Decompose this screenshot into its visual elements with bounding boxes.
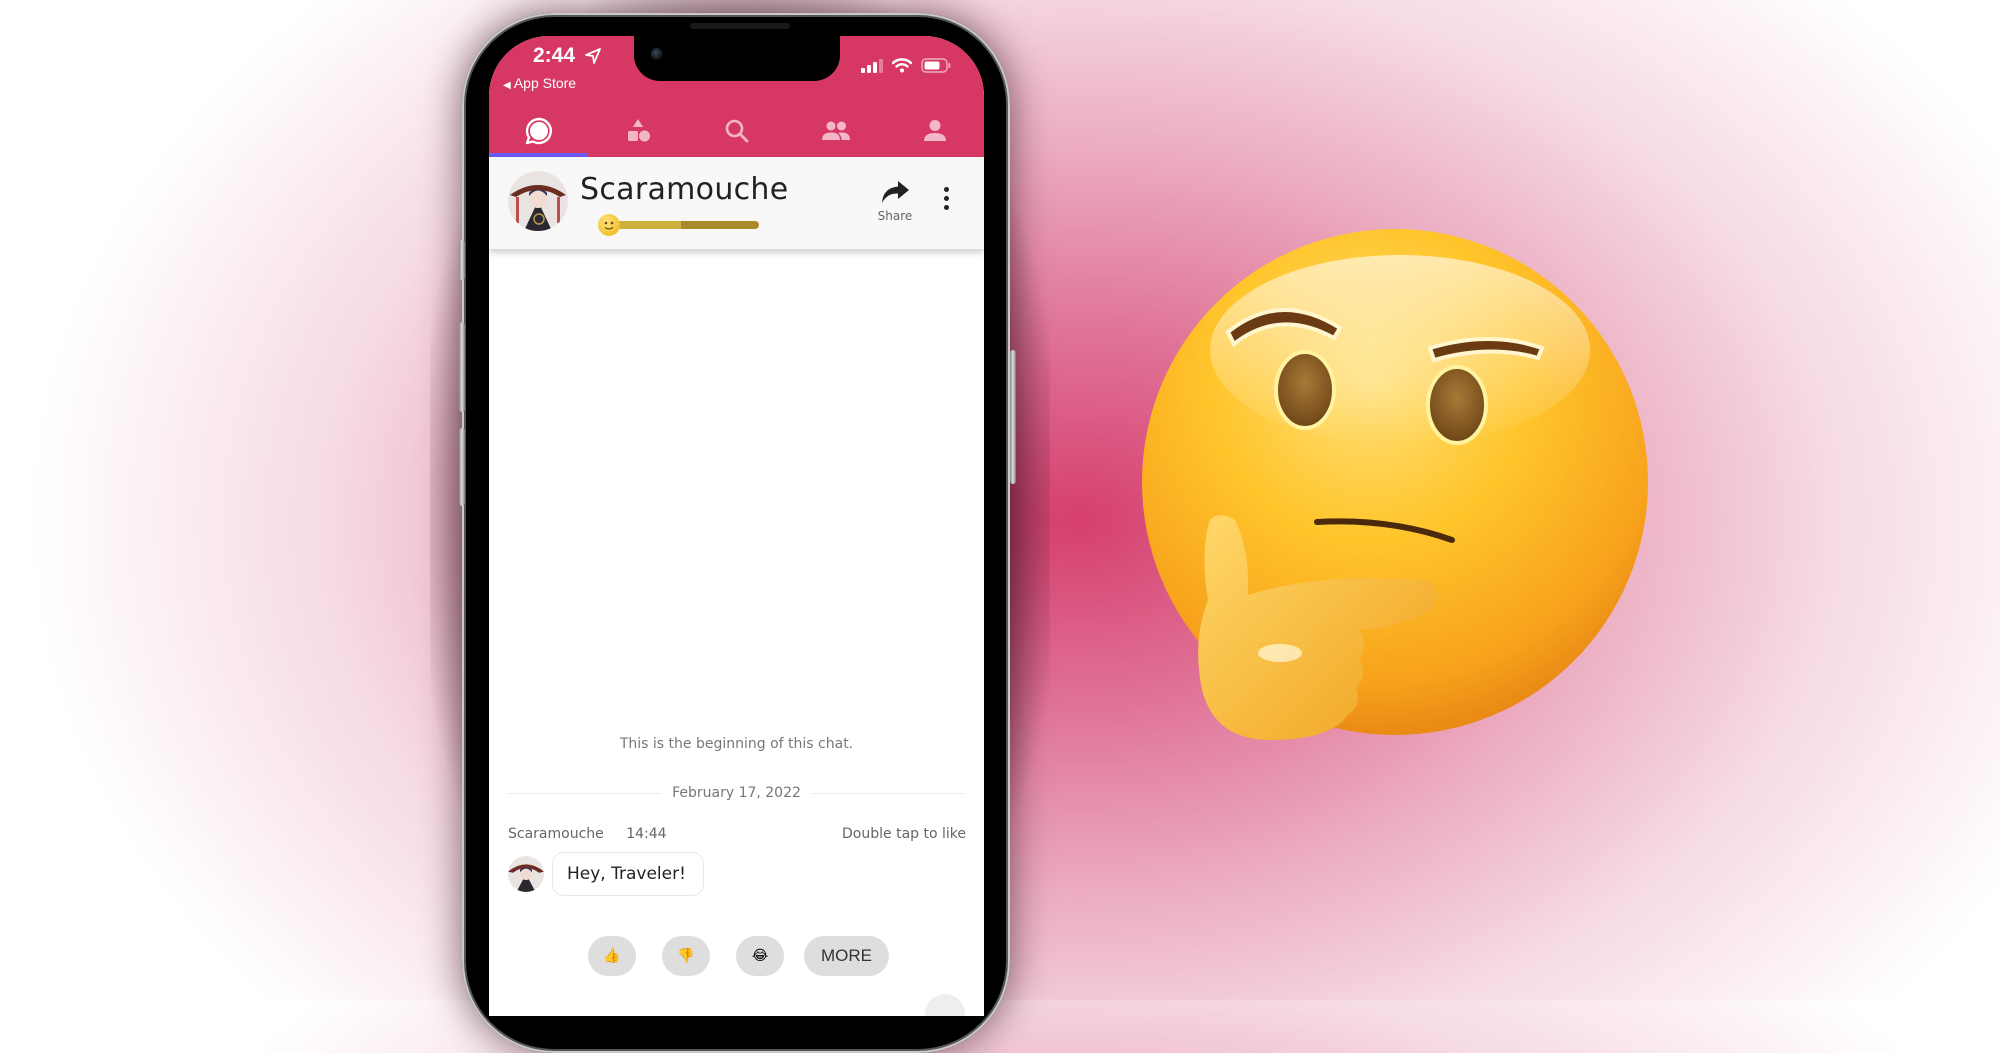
signal-icon xyxy=(861,58,883,73)
tab-community[interactable] xyxy=(786,104,885,157)
message-bubble[interactable]: Hey, Traveler! xyxy=(552,852,704,896)
thumbs-up-icon: 👍 xyxy=(603,948,621,964)
hand-highlight xyxy=(1258,644,1302,662)
tab-categories[interactable] xyxy=(588,104,687,157)
share-button[interactable]: Share xyxy=(869,179,921,223)
message-text: Hey, Traveler! xyxy=(567,864,686,884)
relationship-progress-bar xyxy=(607,221,759,229)
notch xyxy=(634,36,840,81)
battery-icon xyxy=(921,58,951,73)
message-avatar[interactable] xyxy=(508,856,544,892)
thinking-face-emoji xyxy=(1142,229,1648,740)
speaker-grille xyxy=(690,23,790,29)
tab-profile[interactable] xyxy=(885,104,984,157)
message-time: 14:44 xyxy=(626,826,667,842)
tears-of-joy-icon: 😂 xyxy=(751,948,769,964)
app-top-bar: 2:44 ◀ App Store xyxy=(489,36,984,157)
back-label: App Store xyxy=(513,75,577,91)
character-portrait xyxy=(508,171,568,231)
back-triangle-icon: ◀ xyxy=(503,80,511,91)
shapes-icon xyxy=(627,118,650,141)
tab-chats[interactable] xyxy=(489,104,588,157)
partial-button[interactable] xyxy=(925,994,965,1016)
message-meta: Scaramouche 14:44 Double tap to like xyxy=(508,826,966,842)
mood-emoji-icon xyxy=(598,214,620,236)
reaction-thumbs-up[interactable]: 👍 xyxy=(588,936,636,976)
more-label: MORE xyxy=(821,946,872,965)
character-name: Scaramouche xyxy=(580,172,789,207)
double-tap-hint: Double tap to like xyxy=(842,826,966,842)
status-icons xyxy=(861,58,951,73)
character-avatar[interactable] xyxy=(508,171,568,231)
status-time: 2:44 xyxy=(533,44,576,67)
share-label: Share xyxy=(877,209,913,223)
nav-tabs xyxy=(489,104,984,157)
front-camera xyxy=(651,48,663,60)
left-eye-icon xyxy=(1274,350,1336,430)
reaction-more-button[interactable]: MORE xyxy=(804,936,889,976)
chat-header: Scaramouche Share xyxy=(489,157,984,249)
message-sender: Scaramouche xyxy=(508,826,604,842)
reaction-tears-of-joy[interactable]: 😂 xyxy=(736,936,784,976)
back-to-app-store[interactable]: ◀ App Store xyxy=(503,75,576,91)
silent-switch xyxy=(459,240,465,280)
tab-search[interactable] xyxy=(687,104,786,157)
share-arrow-icon xyxy=(882,181,909,203)
reaction-thumbs-down[interactable]: 👎 xyxy=(662,936,710,976)
more-options-icon[interactable] xyxy=(942,187,950,215)
character-portrait xyxy=(508,856,544,892)
date-divider: February 17, 2022 xyxy=(508,785,965,801)
date-label: February 17, 2022 xyxy=(672,785,801,801)
divider-line xyxy=(810,792,965,794)
right-eye-icon xyxy=(1426,365,1488,445)
group-icon xyxy=(821,121,850,140)
search-icon xyxy=(725,119,748,142)
thumbs-down-icon: 👎 xyxy=(677,948,695,964)
chat-beginning-notice: This is the beginning of this chat. xyxy=(619,736,854,752)
location-arrow-icon xyxy=(585,48,601,64)
volume-up-button xyxy=(459,322,465,412)
person-icon xyxy=(923,119,946,141)
volume-down-button xyxy=(459,428,465,506)
divider-line xyxy=(508,792,663,794)
power-button xyxy=(1010,350,1016,484)
wifi-icon xyxy=(892,58,912,73)
phone-screen: 2:44 ◀ App Store Scaramouche Share This … xyxy=(489,36,984,1016)
chat-bubble-icon xyxy=(525,117,552,144)
